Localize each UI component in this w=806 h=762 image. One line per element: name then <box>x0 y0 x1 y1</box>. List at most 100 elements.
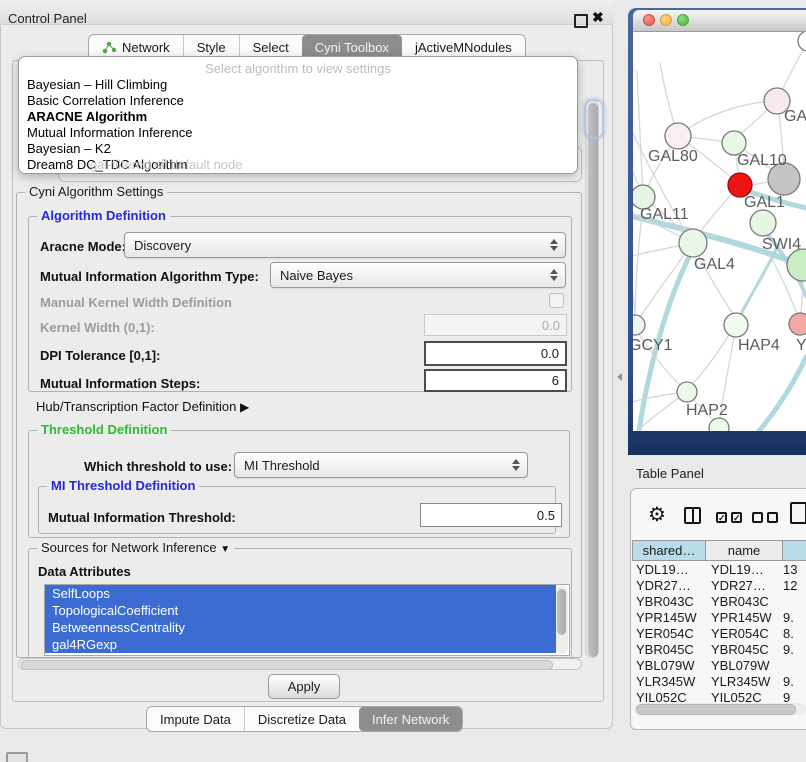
unchecked-checkbox-icon[interactable] <box>767 512 778 523</box>
table-cell: YIL052C <box>632 690 703 703</box>
column-header-shared[interactable]: shared… <box>632 540 706 561</box>
data-attribute-item[interactable]: SelfLoops <box>45 585 556 602</box>
window-zoom-button[interactable] <box>677 14 689 26</box>
network-node[interactable] <box>633 315 645 335</box>
network-tab-icon <box>102 41 117 54</box>
table-cell: 9. <box>777 642 806 657</box>
network-canvas[interactable]: GALGAL80GAL10GAL1GAL11SWI4GAL4GCY1HAP4YH… <box>633 32 806 431</box>
network-edge[interactable] <box>692 335 729 384</box>
network-edge[interactable] <box>637 71 643 197</box>
sources-title-label: Sources for Network Inference <box>41 540 217 555</box>
table-row[interactable]: YBL079WYBL079W <box>632 657 806 673</box>
table-row[interactable]: YPR145WYPR145W9. <box>632 609 806 625</box>
table-cell: YDL19… <box>632 562 703 577</box>
mi-threshold-field[interactable]: 0.5 <box>420 503 562 527</box>
combo-stepper-icon <box>512 459 520 471</box>
data-attributes-list[interactable]: SelfLoopsTopologicalCoefficientBetweenne… <box>44 584 570 656</box>
table-row[interactable]: YDL19…YDL19…13 <box>632 561 806 577</box>
window-minimize-button[interactable] <box>660 14 672 26</box>
kernel-width-label: Kernel Width (0,1): <box>40 320 155 335</box>
network-node[interactable] <box>665 123 691 149</box>
network-node[interactable] <box>798 32 806 51</box>
column-header-partial[interactable] <box>783 540 806 561</box>
tab-discretize-data[interactable]: Discretize Data <box>244 707 359 731</box>
aracne-mode-combo[interactable]: Discovery <box>124 232 566 258</box>
network-node-label: GAL11 <box>640 206 689 223</box>
table-cell: YBR043C <box>703 594 777 609</box>
table-cell: YBR045C <box>703 642 777 657</box>
table-row[interactable]: YDR27…YDR27…12 <box>632 577 806 593</box>
algorithm-option[interactable]: Mutual Information Inference <box>19 125 577 141</box>
threshold-definition-title: Threshold Definition <box>37 422 171 437</box>
sources-group-title[interactable]: Sources for Network Inference ▼ <box>37 540 234 555</box>
network-edge[interactable] <box>741 244 779 314</box>
aracne-mode-label: Aracne Mode: <box>40 239 126 254</box>
network-edge[interactable] <box>635 209 643 315</box>
minimized-panel-icon[interactable] <box>6 752 28 762</box>
dpi-tolerance-field[interactable]: 0.0 <box>424 341 567 366</box>
network-node[interactable] <box>724 313 748 337</box>
table-panel-title: Table Panel <box>636 466 704 481</box>
network-node[interactable] <box>789 313 806 335</box>
manual-kernel-checkbox[interactable] <box>549 293 564 308</box>
tab-impute-data[interactable]: Impute Data <box>147 707 244 731</box>
network-node[interactable] <box>679 229 707 257</box>
network-node[interactable] <box>709 418 729 431</box>
table-row[interactable]: YBR045CYBR045C9. <box>632 641 806 657</box>
network-node[interactable] <box>677 382 697 402</box>
aracne-mode-value: Discovery <box>134 238 191 253</box>
table-row[interactable]: YER054CYER054C8. <box>632 625 806 641</box>
document-icon[interactable] <box>790 502 806 524</box>
attribute-list-scrollbar[interactable] <box>556 586 568 654</box>
tab-infer-network[interactable]: Infer Network <box>359 707 462 731</box>
checked-checkbox-icon[interactable]: ✓ <box>731 512 742 523</box>
data-attribute-item[interactable]: TopologicalCoefficient <box>45 602 556 619</box>
network-node[interactable] <box>750 210 776 236</box>
window-close-button[interactable] <box>643 14 655 26</box>
control-panel-titlebar <box>0 0 613 25</box>
table-row[interactable]: YIL052CYIL052C9 <box>632 689 806 702</box>
table-cell: YDR27… <box>632 578 703 593</box>
settings-horizontal-scrollbar[interactable] <box>18 658 582 670</box>
settings-vertical-scrollbar[interactable] <box>585 100 599 658</box>
table-cell: YPR145W <box>632 610 703 625</box>
apply-button[interactable]: Apply <box>268 674 340 699</box>
unchecked-checkbox-icon[interactable] <box>752 512 763 523</box>
table-horizontal-scrollbar[interactable] <box>634 703 806 715</box>
scrollbar-focus-glow <box>584 99 604 139</box>
mi-type-combo[interactable]: Naive Bayes <box>270 262 566 288</box>
hub-definition-toggle[interactable]: Hub/Transcription Factor Definition ▶ <box>36 399 249 414</box>
column-header-name[interactable]: name <box>706 540 783 561</box>
algorithm-option[interactable]: Bayesian – K2 <box>19 141 577 157</box>
table-cell: YLR345W <box>632 674 703 689</box>
table-cell: YPR145W <box>703 610 777 625</box>
gear-icon[interactable]: ⚙ <box>648 502 666 527</box>
network-node[interactable] <box>787 249 806 281</box>
network-window-titlebar[interactable] <box>633 10 806 32</box>
algorithm-option[interactable]: Bayesian – Hill Climbing <box>19 77 577 93</box>
algorithm-option[interactable]: Basic Correlation Inference <box>19 93 577 109</box>
algorithm-option[interactable]: ARACNE Algorithm <box>19 109 577 125</box>
network-edge[interactable] <box>759 357 806 431</box>
network-edge[interactable] <box>633 255 635 315</box>
table-cell: 8. <box>777 626 806 641</box>
table-cell: 9 <box>777 690 806 703</box>
close-panel-icon[interactable]: ✖ <box>592 9 604 26</box>
column-layout-icon[interactable] <box>684 507 701 524</box>
table-row[interactable]: YBR043CYBR043C <box>632 593 806 609</box>
float-panel-icon[interactable] <box>574 14 588 28</box>
network-edge[interactable] <box>678 101 777 136</box>
expanded-arrow-icon: ▼ <box>220 544 230 555</box>
splitter-collapse-arrow[interactable] <box>617 373 622 381</box>
data-attribute-item[interactable]: gal4RGexp <box>45 636 556 653</box>
which-threshold-combo[interactable]: MI Threshold <box>234 452 528 478</box>
checked-checkbox-icon[interactable]: ✓ <box>716 512 727 523</box>
kernel-width-field[interactable]: 0.0 <box>424 314 567 336</box>
algorithm-definition-title: Algorithm Definition <box>37 208 170 223</box>
settings-group-title: Cyni Algorithm Settings <box>25 184 167 199</box>
manual-kernel-label: Manual Kernel Width Definition <box>40 295 232 310</box>
mi-steps-field[interactable]: 6 <box>424 369 567 392</box>
data-attribute-item[interactable]: BetweennessCentrality <box>45 619 556 636</box>
table-row[interactable]: YLR345WYLR345W9. <box>632 673 806 689</box>
combo-stepper-icon <box>550 269 558 281</box>
